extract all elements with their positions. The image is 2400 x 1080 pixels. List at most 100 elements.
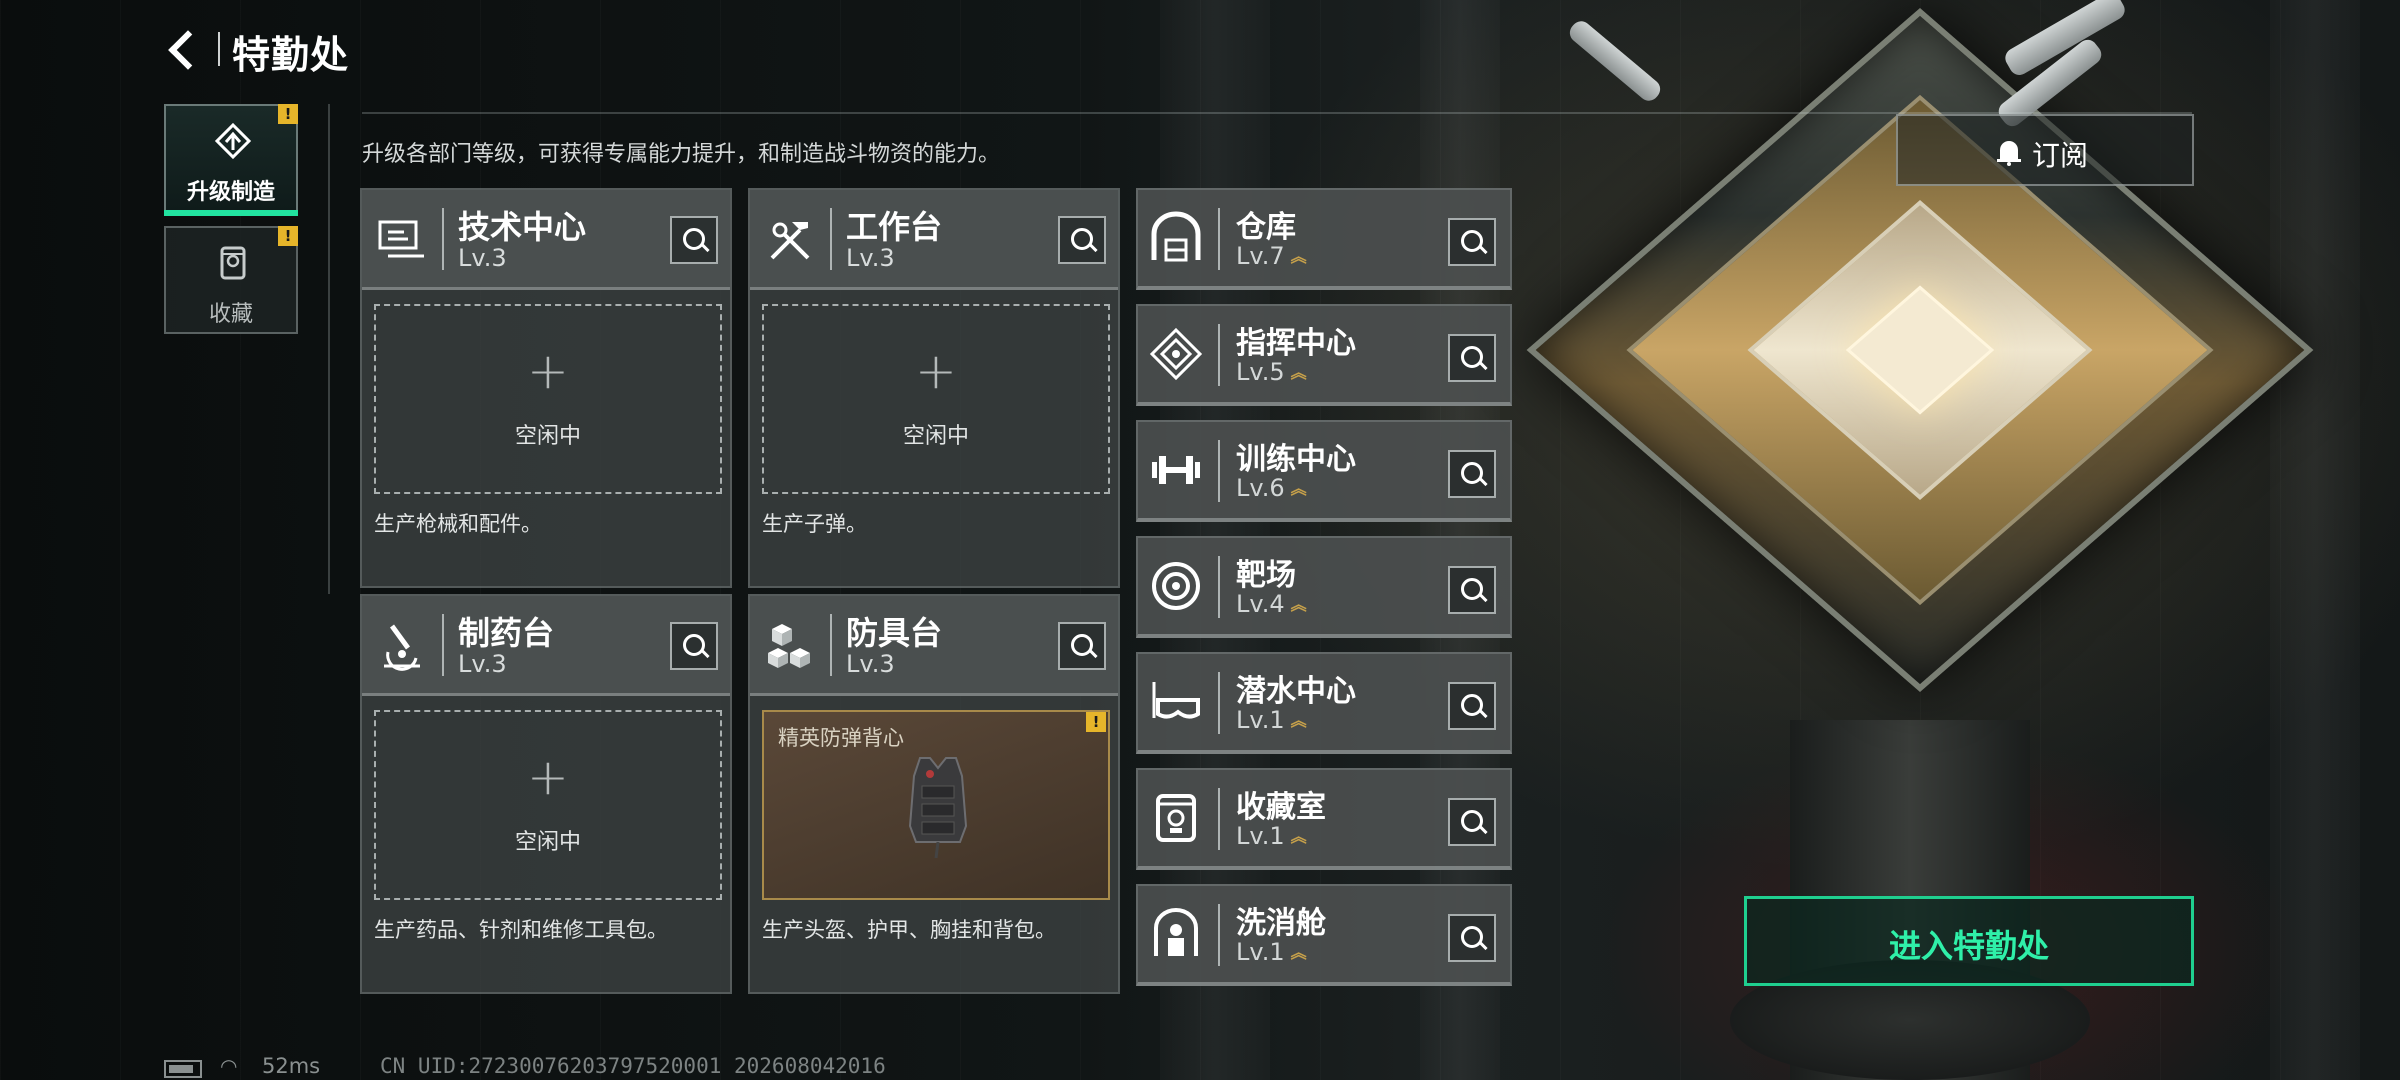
production-slot-item[interactable]: 精英防弹背心 !	[762, 710, 1110, 900]
search-icon[interactable]	[1448, 914, 1496, 962]
facility-name: 收藏室	[1236, 790, 1326, 825]
search-icon[interactable]	[670, 622, 718, 670]
search-icon[interactable]	[1448, 450, 1496, 498]
user-uid: CN UID:27230076203797520001 202608042016	[380, 1054, 886, 1078]
search-icon[interactable]	[670, 216, 718, 264]
facility-decontamination[interactable]: 洗消舱 Lv.1 ︽	[1136, 884, 1512, 986]
facility-level: Lv.1 ︽	[1236, 822, 1307, 850]
upgrade-arrow-icon: ︽	[1290, 247, 1307, 266]
enter-special-ops-button[interactable]: 进入特勤处	[1744, 896, 2194, 986]
card-description: 生产子弹。	[762, 512, 867, 536]
upgrade-arrow-icon: ︽	[1290, 363, 1307, 382]
facility-diving-center[interactable]: 潜水中心 Lv.1 ︽	[1136, 652, 1512, 754]
facility-level: Lv.5 ︽	[1236, 358, 1307, 386]
card-workbench[interactable]: 工作台 Lv.3 + 空闲中 生产子弹。	[748, 188, 1120, 588]
notice-badge: !	[278, 104, 298, 124]
plus-icon: +	[915, 342, 957, 400]
facility-name: 指挥中心	[1236, 326, 1356, 361]
facility-level: Lv.7 ︽	[1236, 242, 1307, 270]
battery-icon	[164, 1060, 202, 1078]
facility-training-center[interactable]: 训练中心 Lv.6 ︽	[1136, 420, 1512, 522]
card-name: 工作台	[846, 208, 943, 246]
target-icon	[1152, 562, 1200, 610]
facility-level: Lv.4 ︽	[1236, 590, 1307, 618]
search-icon[interactable]	[1448, 334, 1496, 382]
slot-status: 空闲中	[514, 830, 581, 855]
subscribe-button[interactable]: 订阅	[1896, 114, 2194, 186]
card-name: 技术中心	[458, 208, 587, 246]
frame-line	[328, 104, 330, 594]
facility-level: Lv.1 ︽	[1236, 706, 1307, 734]
facility-level: Lv.6 ︽	[1236, 474, 1307, 502]
production-slot-empty[interactable]: + 空闲中	[374, 304, 722, 494]
tools-icon	[770, 222, 810, 260]
card-level: Lv.3	[458, 650, 507, 678]
search-icon[interactable]	[1058, 622, 1106, 670]
facility-name: 靶场	[1236, 558, 1296, 593]
tab-upgrade-craft[interactable]: 升级制造 !	[164, 104, 298, 216]
facility-name: 训练中心	[1236, 442, 1356, 477]
slot-status: 空闲中	[902, 424, 969, 449]
tab-collection[interactable]: 收藏 !	[164, 226, 298, 334]
upgrade-arrow-icon: ︽	[1290, 595, 1307, 614]
notice-badge: !	[278, 226, 298, 246]
decontamination-icon	[1154, 908, 1198, 956]
command-icon	[1149, 327, 1203, 381]
diving-mask-icon	[1152, 682, 1200, 719]
card-description: 生产药品、针剂和维修工具包。	[374, 918, 668, 942]
plus-icon: +	[527, 748, 569, 806]
header-divider	[218, 32, 220, 66]
facility-warehouse[interactable]: 仓库 Lv.7 ︽	[1136, 188, 1512, 290]
search-icon[interactable]	[1448, 218, 1496, 266]
facility-name: 洗消舱	[1236, 906, 1326, 941]
wifi-icon: ◠	[220, 1054, 238, 1078]
production-slot-empty[interactable]: + 空闲中	[762, 304, 1110, 494]
upgrade-arrow-icon: ︽	[1290, 943, 1307, 962]
plus-icon: +	[527, 342, 569, 400]
ping-readout: 52ms	[262, 1054, 321, 1078]
search-icon[interactable]	[1448, 566, 1496, 614]
upgrade-icon	[214, 122, 252, 160]
card-tech-center[interactable]: 技术中心 Lv.3 + 空闲中 生产枪械和配件。	[360, 188, 732, 588]
upgrade-arrow-icon: ︽	[1290, 711, 1307, 730]
trophy-case-icon	[220, 246, 246, 280]
upgrade-arrow-icon: ︽	[1290, 479, 1307, 498]
enter-button-label: 进入特勤处	[1888, 927, 2049, 965]
card-level: Lv.3	[846, 650, 895, 678]
card-level: Lv.3	[846, 244, 895, 272]
upgrade-arrow-icon: ︽	[1290, 827, 1307, 846]
vest-image	[908, 757, 968, 859]
production-slot-empty[interactable]: + 空闲中	[374, 710, 722, 900]
search-icon[interactable]	[1448, 682, 1496, 730]
facility-command-center[interactable]: 指挥中心 Lv.5 ︽	[1136, 304, 1512, 406]
section-description: 升级各部门等级，可获得专属能力提升，和制造战斗物资的能力。	[362, 142, 1001, 167]
trophy-case-icon	[1156, 794, 1196, 842]
facility-name: 仓库	[1236, 210, 1296, 245]
card-name: 制药台	[458, 614, 555, 652]
card-armor-bench[interactable]: 防具台 Lv.3 精英防弹背心 ! 生产头盔、护甲、胸挂和背包。	[748, 594, 1120, 994]
facility-collection-room[interactable]: 收藏室 Lv.1 ︽	[1136, 768, 1512, 870]
card-pharmacy[interactable]: 制药台 Lv.3 + 空闲中 生产药品、针剂和维修工具包。	[360, 594, 732, 994]
page-title: 特勤处	[232, 33, 350, 77]
tab-collection-label: 收藏	[208, 302, 253, 327]
card-description: 生产头盔、护甲、胸挂和背包。	[762, 918, 1056, 942]
bell-icon	[1997, 141, 2021, 166]
computer-icon	[378, 220, 424, 258]
microscope-icon	[384, 624, 420, 671]
back-button[interactable]	[164, 28, 204, 72]
armor-blocks-icon	[768, 624, 810, 668]
notice-badge: !	[1086, 712, 1106, 732]
slot-status: 空闲中	[514, 424, 581, 449]
facility-level: Lv.1 ︽	[1236, 938, 1307, 966]
card-name: 防具台	[846, 614, 943, 652]
facility-name: 潜水中心	[1236, 674, 1356, 709]
facility-shooting-range[interactable]: 靶场 Lv.4 ︽	[1136, 536, 1512, 638]
item-name: 精英防弹背心	[778, 726, 904, 750]
search-icon[interactable]	[1058, 216, 1106, 264]
card-level: Lv.3	[458, 244, 507, 272]
tab-upgrade-craft-label: 升级制造	[186, 180, 275, 205]
warehouse-icon	[1151, 211, 1201, 262]
search-icon[interactable]	[1448, 798, 1496, 846]
dumbbell-icon	[1152, 456, 1200, 484]
subscribe-label: 订阅	[2032, 139, 2089, 172]
